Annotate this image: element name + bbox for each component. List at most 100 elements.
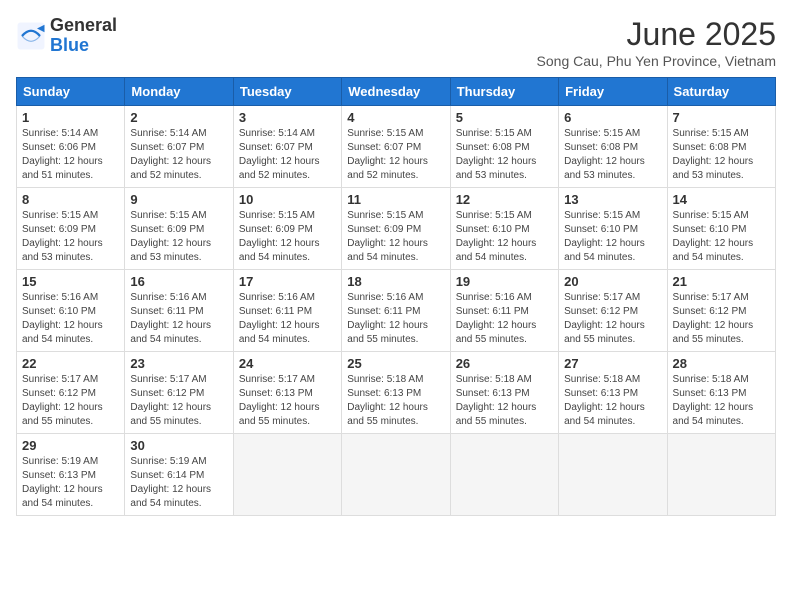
day-number: 13 — [564, 192, 661, 207]
day-number: 14 — [673, 192, 770, 207]
day-info: Sunrise: 5:17 AM Sunset: 6:12 PM Dayligh… — [130, 373, 227, 429]
day-number: 19 — [456, 274, 553, 289]
day-info: Sunrise: 5:18 AM Sunset: 6:13 PM Dayligh… — [456, 373, 553, 429]
col-saturday: Saturday — [667, 78, 775, 106]
day-number: 16 — [130, 274, 227, 289]
day-number: 1 — [22, 110, 119, 125]
day-number: 25 — [347, 356, 444, 371]
day-info: Sunrise: 5:16 AM Sunset: 6:10 PM Dayligh… — [22, 291, 119, 347]
day-number: 20 — [564, 274, 661, 289]
calendar-day-cell: 16 Sunrise: 5:16 AM Sunset: 6:11 PM Dayli… — [125, 270, 233, 352]
day-info: Sunrise: 5:18 AM Sunset: 6:13 PM Dayligh… — [564, 373, 661, 429]
calendar-day-cell: 20 Sunrise: 5:17 AM Sunset: 6:12 PM Dayli… — [559, 270, 667, 352]
calendar-day-cell: 3 Sunrise: 5:14 AM Sunset: 6:07 PM Daylig… — [233, 106, 341, 188]
calendar-day-cell: 17Sunrise: 5:16 AM Sunset: 6:11 PM Dayli… — [233, 270, 341, 352]
day-number: 29 — [22, 438, 119, 453]
day-info: Sunrise: 5:15 AM Sunset: 6:07 PM Dayligh… — [347, 127, 444, 183]
day-number: 11 — [347, 192, 444, 207]
day-info: Sunrise: 5:17 AM Sunset: 6:12 PM Dayligh… — [564, 291, 661, 347]
day-info: Sunrise: 5:17 AM Sunset: 6:12 PM Dayligh… — [673, 291, 770, 347]
day-number: 23 — [130, 356, 227, 371]
calendar-day-cell: 1 Sunrise: 5:14 AM Sunset: 6:06 PM Daylig… — [17, 106, 125, 188]
day-number: 21 — [673, 274, 770, 289]
day-number: 2 — [130, 110, 227, 125]
day-info: Sunrise: 5:16 AM Sunset: 6:11 PM Dayligh… — [347, 291, 444, 347]
logo-general: General — [50, 16, 117, 36]
title-block: June 2025 Song Cau, Phu Yen Province, Vi… — [537, 16, 776, 69]
calendar-week-row: 8 Sunrise: 5:15 AM Sunset: 6:09 PM Daylig… — [17, 188, 776, 270]
calendar-day-cell: 15 Sunrise: 5:16 AM Sunset: 6:10 PM Dayli… — [17, 270, 125, 352]
day-info: Sunrise: 5:15 AM Sunset: 6:09 PM Dayligh… — [347, 209, 444, 265]
day-number: 15 — [22, 274, 119, 289]
calendar-day-cell — [450, 434, 558, 516]
calendar-subtitle: Song Cau, Phu Yen Province, Vietnam — [537, 53, 776, 69]
calendar-header-row: Sunday Monday Tuesday Wednesday Thursday… — [17, 78, 776, 106]
day-number: 6 — [564, 110, 661, 125]
day-info: Sunrise: 5:15 AM Sunset: 6:09 PM Dayligh… — [239, 209, 336, 265]
day-info: Sunrise: 5:15 AM Sunset: 6:08 PM Dayligh… — [673, 127, 770, 183]
calendar-day-cell: 19Sunrise: 5:16 AM Sunset: 6:11 PM Dayli… — [450, 270, 558, 352]
calendar-day-cell: 5 Sunrise: 5:15 AM Sunset: 6:08 PM Daylig… — [450, 106, 558, 188]
day-number: 4 — [347, 110, 444, 125]
day-number: 5 — [456, 110, 553, 125]
day-info: Sunrise: 5:16 AM Sunset: 6:11 PM Dayligh… — [130, 291, 227, 347]
col-thursday: Thursday — [450, 78, 558, 106]
logo: General Blue — [16, 16, 117, 56]
page-header: General Blue June 2025 Song Cau, Phu Yen… — [16, 16, 776, 69]
day-info: Sunrise: 5:15 AM Sunset: 6:08 PM Dayligh… — [456, 127, 553, 183]
day-number: 9 — [130, 192, 227, 207]
day-number: 7 — [673, 110, 770, 125]
day-number: 18 — [347, 274, 444, 289]
day-info: Sunrise: 5:14 AM Sunset: 6:06 PM Dayligh… — [22, 127, 119, 183]
day-number: 22 — [22, 356, 119, 371]
day-number: 26 — [456, 356, 553, 371]
day-info: Sunrise: 5:14 AM Sunset: 6:07 PM Dayligh… — [239, 127, 336, 183]
calendar-day-cell: 18 Sunrise: 5:16 AM Sunset: 6:11 PM Dayli… — [342, 270, 450, 352]
day-info: Sunrise: 5:19 AM Sunset: 6:13 PM Dayligh… — [22, 455, 119, 511]
calendar-day-cell: 11 Sunrise: 5:15 AM Sunset: 6:09 PM Dayli… — [342, 188, 450, 270]
calendar-day-cell: 25 Sunrise: 5:18 AM Sunset: 6:13 PM Dayli… — [342, 352, 450, 434]
calendar-day-cell — [667, 434, 775, 516]
logo-blue: Blue — [50, 36, 117, 56]
calendar-day-cell: 21 Sunrise: 5:17 AM Sunset: 6:12 PM Dayli… — [667, 270, 775, 352]
day-number: 8 — [22, 192, 119, 207]
calendar-day-cell: 4 Sunrise: 5:15 AM Sunset: 6:07 PM Daylig… — [342, 106, 450, 188]
day-number: 27 — [564, 356, 661, 371]
calendar-day-cell: 26 Sunrise: 5:18 AM Sunset: 6:13 PM Dayli… — [450, 352, 558, 434]
logo-text: General Blue — [50, 16, 117, 56]
col-sunday: Sunday — [17, 78, 125, 106]
calendar-week-row: 29 Sunrise: 5:19 AM Sunset: 6:13 PM Dayli… — [17, 434, 776, 516]
calendar-day-cell — [233, 434, 341, 516]
day-info: Sunrise: 5:17 AM Sunset: 6:13 PM Dayligh… — [239, 373, 336, 429]
calendar-day-cell: 9Sunrise: 5:15 AM Sunset: 6:09 PM Daylig… — [125, 188, 233, 270]
day-info: Sunrise: 5:15 AM Sunset: 6:10 PM Dayligh… — [564, 209, 661, 265]
day-info: Sunrise: 5:15 AM Sunset: 6:09 PM Dayligh… — [22, 209, 119, 265]
day-info: Sunrise: 5:15 AM Sunset: 6:10 PM Dayligh… — [456, 209, 553, 265]
col-monday: Monday — [125, 78, 233, 106]
day-info: Sunrise: 5:18 AM Sunset: 6:13 PM Dayligh… — [347, 373, 444, 429]
calendar-body: 1 Sunrise: 5:14 AM Sunset: 6:06 PM Daylig… — [17, 106, 776, 516]
calendar-day-cell: 12Sunrise: 5:15 AM Sunset: 6:10 PM Dayli… — [450, 188, 558, 270]
calendar-day-cell: 13 Sunrise: 5:15 AM Sunset: 6:10 PM Dayli… — [559, 188, 667, 270]
calendar-week-row: 22 Sunrise: 5:17 AM Sunset: 6:12 PM Dayli… — [17, 352, 776, 434]
logo-icon — [16, 21, 46, 51]
day-number: 3 — [239, 110, 336, 125]
col-tuesday: Tuesday — [233, 78, 341, 106]
day-info: Sunrise: 5:18 AM Sunset: 6:13 PM Dayligh… — [673, 373, 770, 429]
calendar-week-row: 15 Sunrise: 5:16 AM Sunset: 6:10 PM Dayli… — [17, 270, 776, 352]
day-info: Sunrise: 5:15 AM Sunset: 6:08 PM Dayligh… — [564, 127, 661, 183]
calendar-day-cell — [559, 434, 667, 516]
day-info: Sunrise: 5:14 AM Sunset: 6:07 PM Dayligh… — [130, 127, 227, 183]
calendar-day-cell: 14Sunrise: 5:15 AM Sunset: 6:10 PM Dayli… — [667, 188, 775, 270]
day-info: Sunrise: 5:19 AM Sunset: 6:14 PM Dayligh… — [130, 455, 227, 511]
calendar-table: Sunday Monday Tuesday Wednesday Thursday… — [16, 77, 776, 516]
day-number: 17 — [239, 274, 336, 289]
day-number: 30 — [130, 438, 227, 453]
day-info: Sunrise: 5:17 AM Sunset: 6:12 PM Dayligh… — [22, 373, 119, 429]
calendar-week-row: 1 Sunrise: 5:14 AM Sunset: 6:06 PM Daylig… — [17, 106, 776, 188]
calendar-day-cell: 28Sunrise: 5:18 AM Sunset: 6:13 PM Dayli… — [667, 352, 775, 434]
calendar-day-cell: 30 Sunrise: 5:19 AM Sunset: 6:14 PM Dayli… — [125, 434, 233, 516]
calendar-day-cell: 22 Sunrise: 5:17 AM Sunset: 6:12 PM Dayli… — [17, 352, 125, 434]
calendar-day-cell: 7 Sunrise: 5:15 AM Sunset: 6:08 PM Daylig… — [667, 106, 775, 188]
col-friday: Friday — [559, 78, 667, 106]
